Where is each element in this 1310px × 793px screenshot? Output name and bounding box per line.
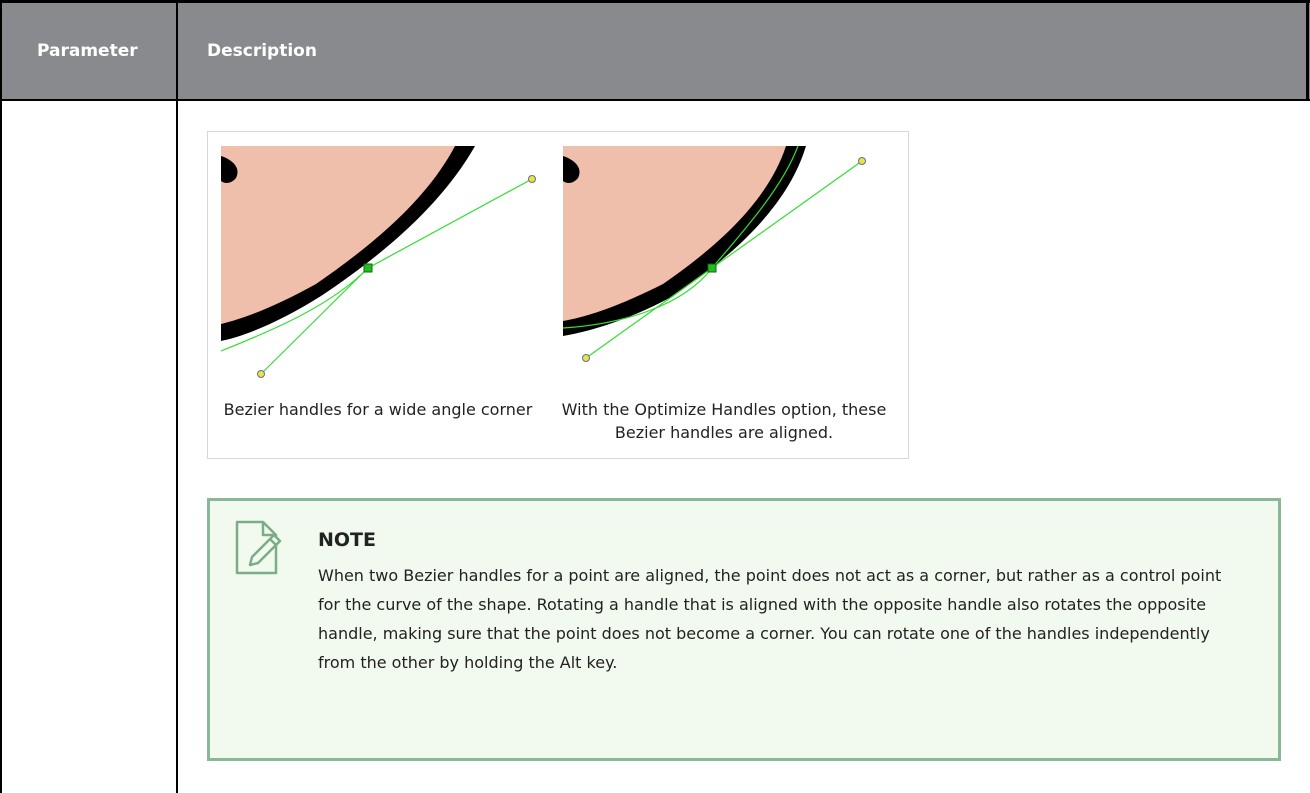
bezier-wide-angle-image <box>221 146 536 378</box>
note-title: NOTE <box>318 529 376 551</box>
note-edit-icon <box>235 520 282 575</box>
header-parameter: Parameter <box>37 41 138 61</box>
caption-optimized: With the Optimize Handles option, these … <box>561 400 887 442</box>
header-description: Description <box>207 41 317 61</box>
caption-wide-angle: Bezier handles for a wide angle corner <box>223 400 533 419</box>
table-border-left <box>0 0 2 793</box>
note-box: NOTE When two Bezier handles for a point… <box>207 498 1281 761</box>
column-divider <box>176 0 178 793</box>
parameter-table: Parameter Description Bezier handles for… <box>0 0 1310 793</box>
note-body: When two Bezier handles for a point are … <box>318 566 1222 672</box>
table-border-right <box>1306 0 1309 101</box>
bezier-figure: Bezier handles for a wide angle corner W… <box>207 131 909 459</box>
table-header: Parameter Description <box>0 0 1310 101</box>
bezier-optimized-image <box>563 146 866 362</box>
